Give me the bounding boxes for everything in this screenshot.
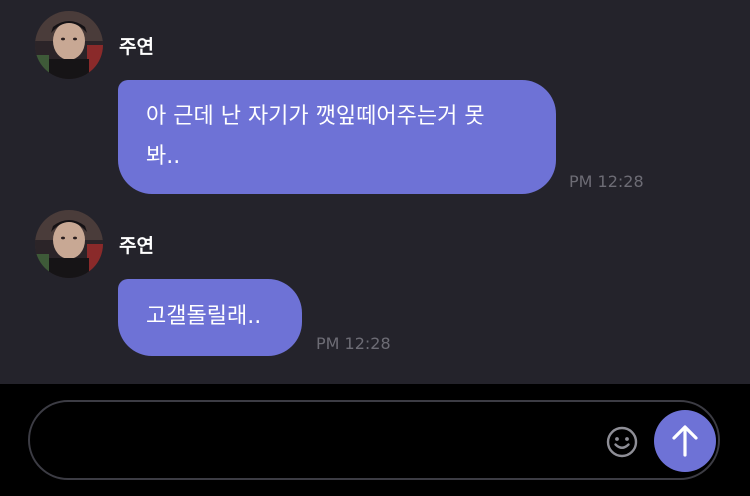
message-composer <box>0 384 750 496</box>
smiley-icon[interactable] <box>604 424 640 460</box>
message-timestamp: PM 12:28 <box>569 172 644 191</box>
message-text-line: 고갤돌릴래.. <box>146 304 262 329</box>
message-text-line: 봐.. <box>146 144 181 169</box>
avatar[interactable] <box>35 11 103 79</box>
message-input[interactable] <box>54 422 618 460</box>
chat-screen: 주연 아 근데 난 자기가 깻잎떼어주는거 못 봐.. PM 12:28 주연 … <box>0 0 750 496</box>
message-text-line: 아 근데 난 자기가 깻잎떼어주는거 못 <box>146 104 485 129</box>
message-input-container[interactable] <box>28 400 720 480</box>
send-button[interactable] <box>654 410 716 472</box>
message-timestamp: PM 12:28 <box>316 334 391 353</box>
message-bubble[interactable]: 아 근데 난 자기가 깻잎떼어주는거 못 봐.. <box>118 80 556 194</box>
message-bubble[interactable]: 고갤돌릴래.. <box>118 279 302 356</box>
sender-name: 주연 <box>119 36 154 58</box>
arrow-up-icon <box>672 425 698 457</box>
message-list[interactable]: 주연 아 근데 난 자기가 깻잎떼어주는거 못 봐.. PM 12:28 주연 … <box>0 0 750 384</box>
avatar[interactable] <box>35 210 103 278</box>
sender-name: 주연 <box>119 235 154 257</box>
